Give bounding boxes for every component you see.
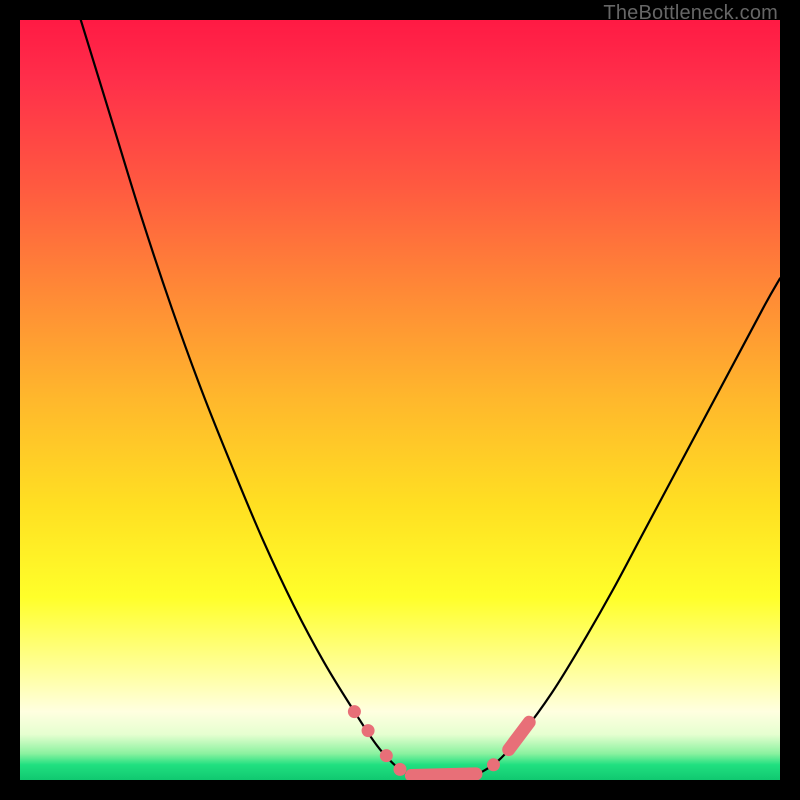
left-bead-2 (362, 724, 375, 737)
right-segment (509, 722, 530, 749)
marker-layer (348, 705, 529, 776)
left-curve (81, 20, 412, 775)
left-bead-3 (380, 749, 393, 762)
left-bead-1 (348, 705, 361, 718)
right-curve (480, 278, 780, 773)
plot-area (20, 20, 780, 780)
left-bead-4 (394, 763, 407, 776)
attribution-text: TheBottleneck.com (603, 2, 778, 25)
floor-segment (411, 774, 476, 776)
curve-layer (20, 20, 780, 780)
chart-frame: TheBottleneck.com (0, 0, 800, 800)
right-bead-1 (487, 758, 500, 771)
